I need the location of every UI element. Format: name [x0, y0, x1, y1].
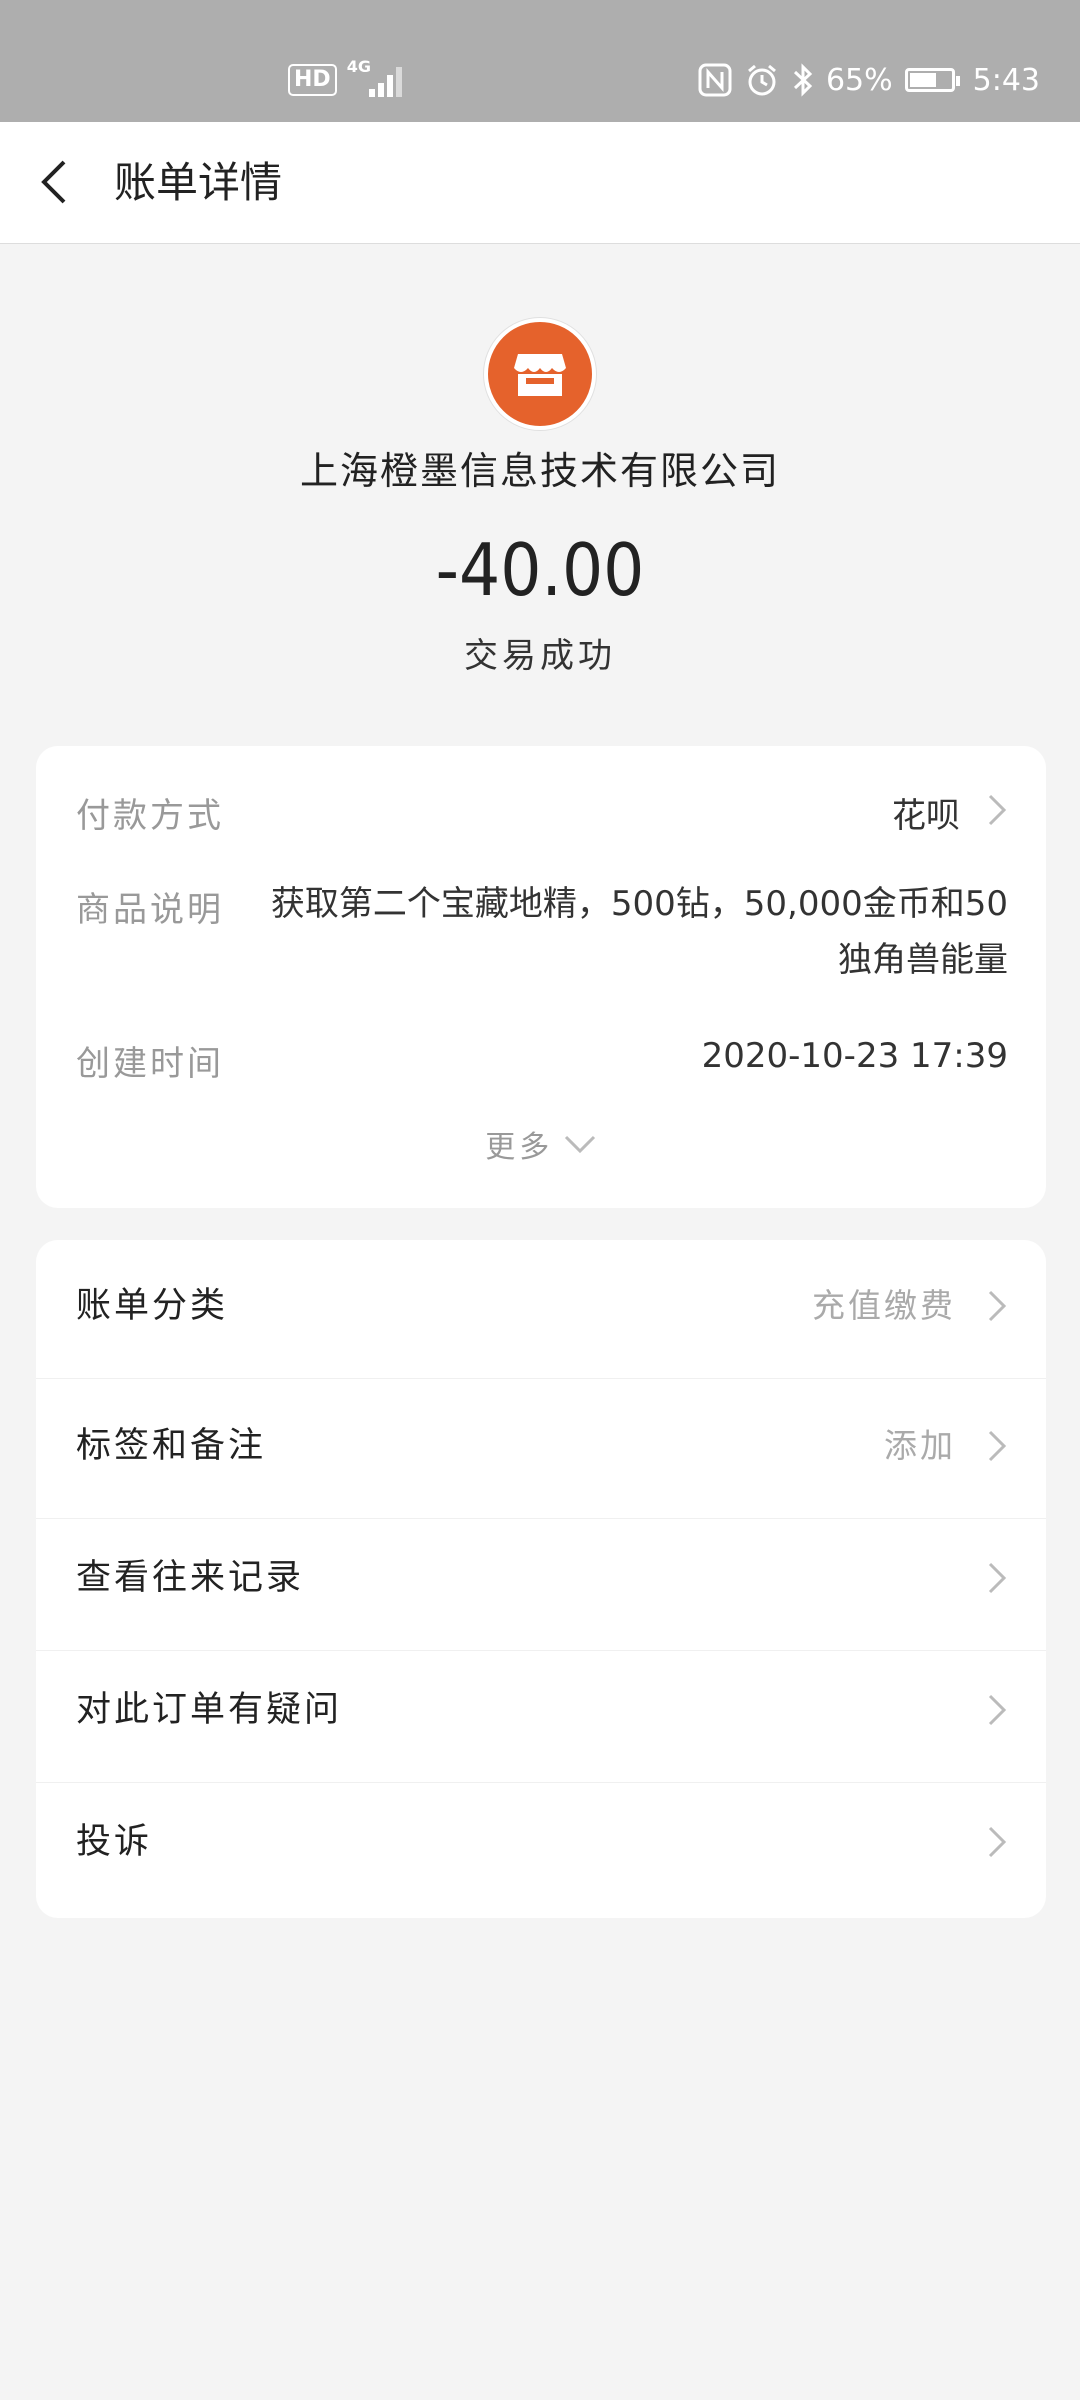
page-title: 账单详情 — [114, 158, 283, 207]
nfc-icon — [698, 63, 732, 97]
menu-item-transaction-history[interactable]: 查看往来记录 — [36, 1512, 1046, 1644]
actions-card: 账单分类 充值缴费 标签和备注 添加 查看往来记录 对此订单有疑问 投诉 — [36, 1240, 1046, 1918]
status-right: 65% 5:43 — [698, 58, 1040, 102]
store-icon — [514, 354, 566, 396]
divider — [36, 1378, 1046, 1379]
menu-item-bill-category[interactable]: 账单分类 充值缴费 — [36, 1240, 1046, 1372]
menu-item-tags-notes[interactable]: 标签和备注 添加 — [36, 1380, 1046, 1512]
transaction-amount: -40.00 — [435, 528, 645, 612]
chevron-right-icon — [988, 1694, 1007, 1726]
menu-item-title: 标签和备注 — [76, 1426, 267, 1466]
more-button[interactable]: 更多 — [36, 1122, 1046, 1166]
chevron-down-icon — [564, 1135, 595, 1154]
merchant-avatar — [484, 318, 596, 430]
chevron-right-icon — [988, 1430, 1007, 1462]
detail-label: 创建时间 — [76, 1044, 224, 1084]
description-line-2: 独角兽能量 — [838, 940, 1008, 980]
detail-label: 付款方式 — [76, 796, 224, 836]
menu-item-title: 查看往来记录 — [76, 1558, 305, 1598]
alarm-icon — [747, 64, 776, 96]
battery-icon — [904, 68, 960, 92]
signal-icon: 4G — [347, 57, 405, 99]
nav-bar: 账单详情 — [0, 122, 1080, 244]
menu-item-title: 账单分类 — [76, 1286, 229, 1326]
chevron-right-icon — [988, 1562, 1007, 1594]
chevron-right-icon — [988, 1826, 1007, 1858]
detail-value: 2020-10-23 17:39 — [701, 1036, 1008, 1076]
details-card: 付款方式 花呗 商品说明 获取第二个宝藏地精，500钻，50,000金币和50 … — [36, 746, 1046, 1208]
detail-value: 花呗 — [892, 796, 960, 836]
battery-percent: 65% — [825, 62, 893, 98]
network-type: 4G — [346, 57, 371, 76]
more-label: 更多 — [485, 1130, 554, 1165]
description-line-1: 获取第二个宝藏地精，500钻，50,000金币和50 — [270, 884, 1008, 924]
detail-value: 获取第二个宝藏地精，500钻，50,000金币和50 独角兽能量 — [271, 876, 1008, 988]
menu-item-title: 对此订单有疑问 — [76, 1690, 343, 1730]
chevron-right-icon — [988, 1290, 1007, 1322]
menu-item-value: 添加 — [884, 1426, 956, 1465]
back-button[interactable] — [28, 152, 88, 212]
menu-item-complaint[interactable]: 投诉 — [36, 1776, 1046, 1908]
merchant-name: 上海橙墨信息技术有限公司 — [299, 449, 780, 493]
status-bar: HD 4G 65% 5:43 — [0, 0, 1080, 122]
menu-item-title: 投诉 — [76, 1822, 153, 1862]
chevron-left-icon — [41, 160, 66, 204]
menu-item-value: 充值缴费 — [812, 1286, 956, 1325]
transaction-status: 交易成功 — [464, 636, 616, 676]
clock: 5:43 — [972, 62, 1040, 98]
bluetooth-icon — [793, 63, 813, 97]
hd-badge: HD — [288, 64, 337, 96]
status-left: HD 4G — [288, 57, 405, 102]
chevron-right-icon — [988, 794, 1007, 826]
detail-label: 商品说明 — [76, 890, 224, 930]
menu-item-order-question[interactable]: 对此订单有疑问 — [36, 1644, 1046, 1776]
